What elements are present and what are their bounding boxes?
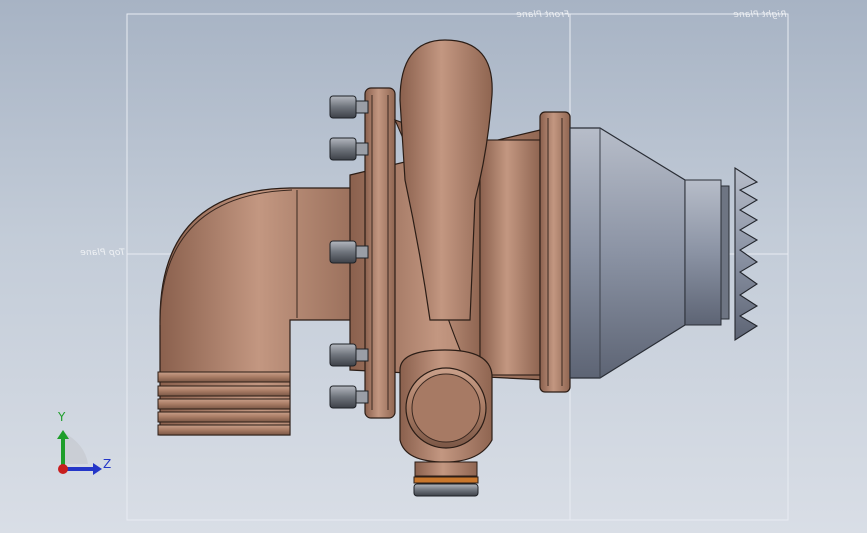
top-plane-label: Top Plane <box>80 248 125 258</box>
flange-left <box>364 87 396 419</box>
z-axis-label: Z <box>103 457 112 471</box>
drain-plug-nut[interactable] <box>413 483 479 497</box>
drain-port[interactable] <box>399 349 493 497</box>
inlet-ribs <box>157 371 291 436</box>
x-axis-dot <box>58 464 68 474</box>
y-axis-label: Y <box>58 410 66 424</box>
bolt <box>329 137 369 161</box>
flange-right <box>539 111 571 393</box>
bolt <box>329 95 369 119</box>
graphics-viewport[interactable]: Front Plane Right Plane Top Plane Y Z <box>0 0 867 533</box>
bolt <box>329 385 369 409</box>
model-view[interactable] <box>0 0 867 533</box>
front-plane-label: Front Plane <box>516 10 570 20</box>
flange-bolts <box>329 95 369 409</box>
right-plane-label: Right Plane <box>733 10 787 20</box>
coordinate-triad[interactable]: Y Z <box>50 410 120 482</box>
bearing-cone[interactable] <box>569 127 730 379</box>
